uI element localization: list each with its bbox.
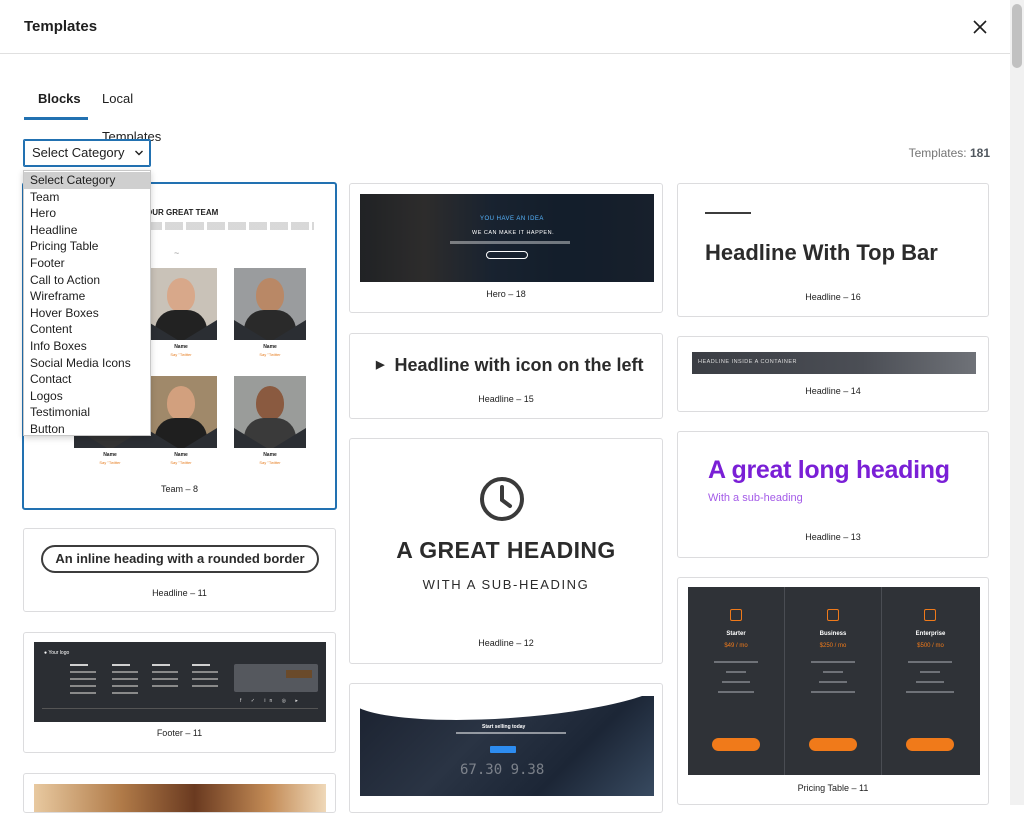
template-card-pricing-table-11[interactable]: Starter $49 / mo Business $250 / mo Ente… <box>677 577 989 805</box>
category-option[interactable]: Button <box>24 421 150 438</box>
clock-icon <box>480 477 524 521</box>
great-subheading-preview: WITH A SUB-HEADING <box>422 577 590 592</box>
templates-count: Templates: 181 <box>909 146 990 160</box>
rounded-heading-preview: An inline heading with a rounded border <box>41 545 319 573</box>
long-subheading-preview: With a sub-heading <box>708 492 803 504</box>
team-member-name: Name <box>174 344 188 350</box>
category-option[interactable]: Pricing Table <box>24 238 150 255</box>
footer-preview: ● Your logo f ✓ in ◎ ▸ <box>34 642 326 722</box>
card-caption: Team – 8 <box>160 484 199 494</box>
template-card-headline-13[interactable]: A great long heading With a sub-heading … <box>677 431 989 558</box>
templates-count-value: 181 <box>969 146 990 160</box>
category-option[interactable]: Team <box>24 189 150 206</box>
card-caption: Headline – 11 <box>152 588 207 598</box>
plan-price: $500 / mo <box>917 643 944 649</box>
category-select-value: Select Category <box>32 145 125 160</box>
category-option[interactable]: Social Media Icons <box>24 355 150 372</box>
newsletter-box <box>234 664 318 692</box>
plan-price: $250 / mo <box>819 643 847 649</box>
scrollbar[interactable] <box>1010 0 1024 805</box>
plan-subscribe-button <box>809 738 857 751</box>
team-member-link: Say "Twitter <box>259 460 281 465</box>
close-icon <box>973 20 987 34</box>
plan-name: Starter <box>726 631 746 637</box>
card-caption: Pricing Table – 11 <box>797 783 869 793</box>
tab-local-templates[interactable]: Local Templates <box>88 80 190 144</box>
team-preview-heading: OUR GREAT TEAM <box>146 208 219 217</box>
layers-icon <box>730 609 742 621</box>
team-member-name: Name <box>103 452 117 458</box>
card-caption: Footer – 11 <box>156 728 203 738</box>
plan-subscribe-button <box>906 738 954 751</box>
team-member-link: Say "Twitter <box>170 460 192 465</box>
plan-name: Enterprise <box>915 631 946 637</box>
card-caption: Hero – 18 <box>486 289 526 299</box>
tab-blocks[interactable]: Blocks <box>24 80 88 120</box>
category-option[interactable]: Testimonial <box>24 404 150 421</box>
team-photo <box>145 268 217 340</box>
card-caption: Headline – 12 <box>478 638 534 648</box>
long-heading-preview: A great long heading <box>708 456 950 484</box>
category-option[interactable]: Wireframe <box>24 288 150 305</box>
top-bar-line <box>705 212 751 214</box>
modal-title: Templates <box>24 18 98 35</box>
top-bar-heading-preview: Headline With Top Bar <box>705 240 938 265</box>
team-member-name: Name <box>174 452 188 458</box>
team-member-link: Say "Twitter <box>99 460 121 465</box>
category-option[interactable]: Select Category <box>24 172 150 189</box>
category-option[interactable]: Contact <box>24 371 150 388</box>
team-member-link: Say "Twitter <box>170 352 192 357</box>
template-card-headline-14[interactable]: HEADLINE INSIDE A CONTAINER Headline – 1… <box>677 336 989 412</box>
team-member-link: Say "Twitter <box>259 352 281 357</box>
category-option[interactable]: Call to Action <box>24 272 150 289</box>
template-card-headline-16[interactable]: Headline With Top Bar Headline – 16 <box>677 183 989 317</box>
category-dropdown: Select Category Team Hero Headline Prici… <box>23 170 151 436</box>
plan-name: Business <box>819 631 847 637</box>
footer-logo: ● Your logo <box>44 650 70 656</box>
category-option[interactable]: Headline <box>24 222 150 239</box>
category-option[interactable]: Logos <box>24 388 150 405</box>
hero-preview-image: YOU HAVE AN IDEA WE CAN MAKE IT HAPPEN. <box>360 194 654 282</box>
cta-preview-image: Start selling today 67.30 9.38 <box>360 696 654 796</box>
category-option[interactable]: Content <box>24 321 150 338</box>
team-photo <box>234 268 306 340</box>
scrollbar-thumb[interactable] <box>1012 4 1022 68</box>
play-icon: ▶ <box>376 359 385 371</box>
templates-count-label: Templates: <box>908 146 967 160</box>
team-photo <box>234 376 306 448</box>
category-option[interactable]: Info Boxes <box>24 338 150 355</box>
social-icons: f ✓ in ◎ ▸ <box>240 698 302 704</box>
category-option[interactable]: Hover Boxes <box>24 305 150 322</box>
template-card-call-to-action[interactable]: Start selling today 67.30 9.38 <box>349 683 663 813</box>
card-caption: Headline – 13 <box>805 532 861 542</box>
template-card-headline-15[interactable]: ▶ Headline with icon on the left Headlin… <box>349 333 663 419</box>
pricing-preview: Starter $49 / mo Business $250 / mo Ente… <box>688 587 980 775</box>
server-icon <box>827 609 839 621</box>
template-card-partial[interactable] <box>23 773 336 813</box>
great-heading-preview: A GREAT HEADING <box>396 537 616 563</box>
container-heading-preview: HEADLINE INSIDE A CONTAINER <box>692 352 976 374</box>
category-option[interactable]: Hero <box>24 205 150 222</box>
plan-price: $49 / mo <box>724 643 748 649</box>
wave-divider: ~ <box>174 248 180 258</box>
team-member-name: Name <box>263 452 277 458</box>
plan-subscribe-button <box>712 738 760 751</box>
card-caption: Headline – 14 <box>805 386 861 396</box>
template-card-headline-11[interactable]: An inline heading with a rounded border … <box>23 528 336 612</box>
template-card-footer-11[interactable]: ● Your logo f ✓ in ◎ ▸ Footer – 11 <box>23 632 336 753</box>
team-member-name: Name <box>263 344 277 350</box>
template-card-headline-12[interactable]: A GREAT HEADING WITH A SUB-HEADING Headl… <box>349 438 663 664</box>
grid-icon <box>924 609 936 621</box>
close-button[interactable] <box>966 13 994 41</box>
modal-header: Templates <box>0 0 1010 54</box>
headline-with-icon-preview: ▶ Headline with icon on the left <box>376 355 644 375</box>
category-option[interactable]: Footer <box>24 255 150 272</box>
card-caption: Headline – 15 <box>478 394 534 404</box>
team-photo <box>145 376 217 448</box>
template-preview-image <box>34 784 326 812</box>
category-select[interactable]: Select Category <box>23 139 151 167</box>
card-caption: Headline – 16 <box>805 292 861 302</box>
template-card-hero-18[interactable]: YOU HAVE AN IDEA WE CAN MAKE IT HAPPEN. … <box>349 183 663 313</box>
team-preview-text <box>144 222 314 230</box>
